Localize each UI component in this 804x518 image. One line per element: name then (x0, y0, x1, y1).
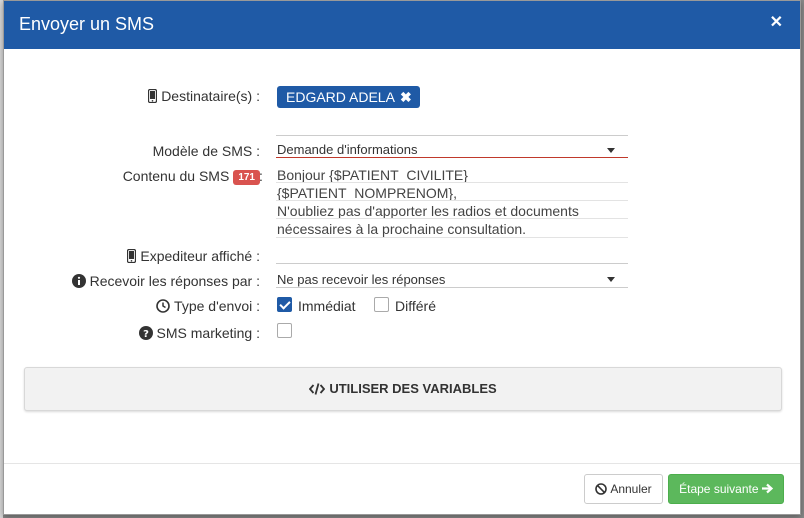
recipients-label-text: Destinataire(s) : (161, 88, 260, 104)
sender-label-text: Expediteur affiché : (140, 248, 260, 264)
send-sms-modal: Envoyer un SMS ✕ Destinataire(s) : EDGAR… (3, 0, 801, 515)
sender-underline (276, 263, 628, 264)
send-type-label-text: Type d'envoi : (174, 298, 260, 314)
sms-content-line[interactable]: Bonjour {$PATIENT_CIVILITE} (277, 167, 468, 183)
arrow-right-icon (761, 476, 774, 504)
immediate-label: Immédiat (298, 298, 356, 314)
character-count-badge: 171 (233, 170, 260, 185)
code-icon (309, 370, 326, 412)
content-label: Contenu du SMS 171 (123, 168, 260, 185)
content-rule (276, 182, 628, 183)
sms-content-line[interactable]: nécessaires à la prochaine consultation. (277, 221, 526, 237)
deferred-checkbox[interactable] (374, 297, 389, 312)
marketing-label: ? SMS marketing : (138, 325, 260, 343)
svg-text:?: ? (143, 329, 149, 340)
next-step-button[interactable]: Étape suivante (668, 474, 784, 504)
info-circle-icon (71, 274, 86, 291)
modal-title: Envoyer un SMS (19, 14, 155, 34)
send-type-label: Type d'envoi : (156, 298, 260, 316)
deferred-label: Différé (395, 298, 436, 314)
content-label-colon: : (259, 168, 263, 184)
content-label-text: Contenu du SMS (122, 168, 230, 184)
cancel-label: Annuler (610, 482, 652, 496)
content-rule (276, 237, 628, 238)
sender-input[interactable] (277, 248, 627, 264)
footer-divider (4, 463, 800, 464)
cancel-button[interactable]: Annuler (584, 474, 663, 504)
close-icon[interactable]: ✕ (770, 12, 783, 32)
template-select[interactable]: Demande d'informations (277, 142, 418, 157)
content-rule (276, 200, 628, 201)
sms-content-line[interactable]: N'oubliez pas d'apporter les radios et d… (277, 203, 579, 219)
ban-icon (595, 477, 608, 505)
replies-select[interactable]: Ne pas recevoir les réponses (277, 272, 445, 287)
recipient-tag: EDGARD ADELA ✖ (277, 86, 420, 108)
use-variables-button[interactable]: UTILISER DES VARIABLES (24, 367, 782, 411)
replies-underline (276, 287, 628, 288)
template-label: Modèle de SMS : (152, 143, 260, 159)
question-circle-icon: ? (138, 326, 153, 343)
chevron-down-icon[interactable] (607, 148, 615, 153)
template-underline (276, 157, 628, 158)
mobile-phone-icon (127, 248, 137, 266)
recipients-label: Destinataire(s) : (148, 88, 260, 106)
modal-header: Envoyer un SMS ✕ (4, 1, 800, 49)
marketing-label-text: SMS marketing : (156, 325, 260, 341)
content-rule (276, 218, 628, 219)
sender-label: Expediteur affiché : (127, 248, 260, 266)
chevron-down-icon[interactable] (607, 277, 615, 282)
clock-icon (156, 299, 170, 316)
next-label: Étape suivante (679, 482, 759, 496)
replies-label-text: Recevoir les réponses par : (89, 273, 260, 289)
immediate-checkbox[interactable] (277, 297, 292, 312)
mobile-phone-icon (148, 88, 158, 106)
remove-recipient-icon[interactable]: ✖ (400, 89, 412, 105)
replies-label: Recevoir les réponses par : (71, 273, 260, 291)
use-variables-label: UTILISER DES VARIABLES (329, 381, 497, 396)
template-top-border (276, 135, 628, 136)
recipient-tag-name: EDGARD ADELA (286, 89, 395, 105)
sms-content-line[interactable]: {$PATIENT_NOMPRENOM}, (277, 185, 457, 201)
sms-marketing-checkbox[interactable] (277, 323, 292, 338)
